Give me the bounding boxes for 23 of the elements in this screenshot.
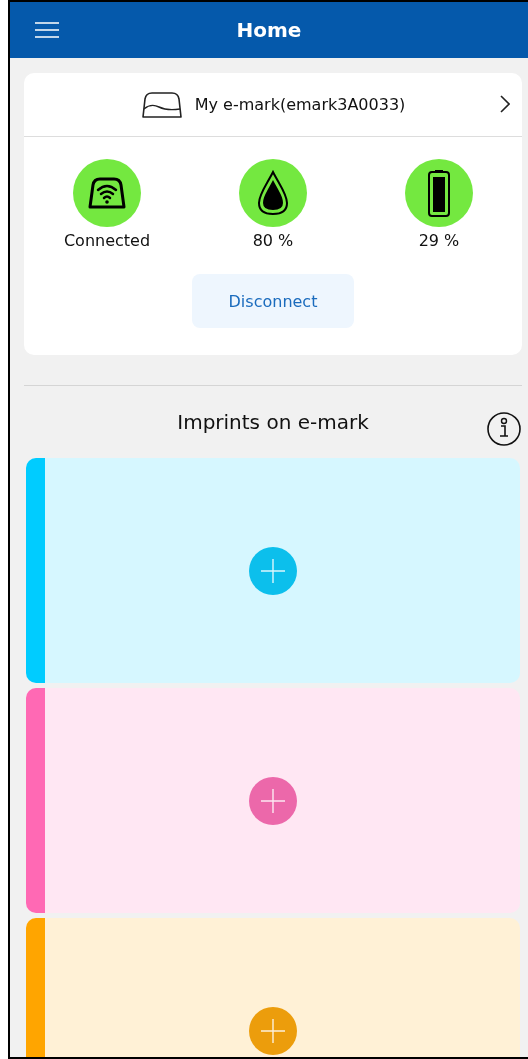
add-button[interactable] (249, 1006, 297, 1055)
plus-icon (260, 787, 286, 814)
ink-drop-icon (257, 170, 289, 216)
device-row[interactable]: My e-mark(emark3A0033) (24, 73, 522, 137)
plus-icon (260, 1017, 286, 1044)
device-name: My e-mark(emark3A0033) (194, 95, 406, 114)
plus-icon (260, 557, 286, 584)
imprint-slot[interactable] (26, 458, 520, 683)
chevron-right-icon (500, 95, 510, 113)
battery-icon (427, 169, 451, 217)
section-title: Imprints on e-mark (177, 410, 369, 434)
status-label: 29 % (418, 231, 460, 250)
page-title: Home (236, 18, 302, 42)
add-button[interactable] (249, 776, 297, 825)
imprint-slot[interactable] (26, 688, 520, 913)
disconnect-button[interactable]: Disconnect (192, 274, 354, 328)
status-label: Connected (63, 231, 151, 250)
wifi-device-icon (87, 176, 127, 210)
add-button[interactable] (249, 546, 297, 595)
status-label: 80 % (252, 231, 294, 250)
device-icon (140, 90, 183, 119)
info-icon[interactable] (486, 411, 522, 447)
menu-icon[interactable] (34, 22, 60, 38)
